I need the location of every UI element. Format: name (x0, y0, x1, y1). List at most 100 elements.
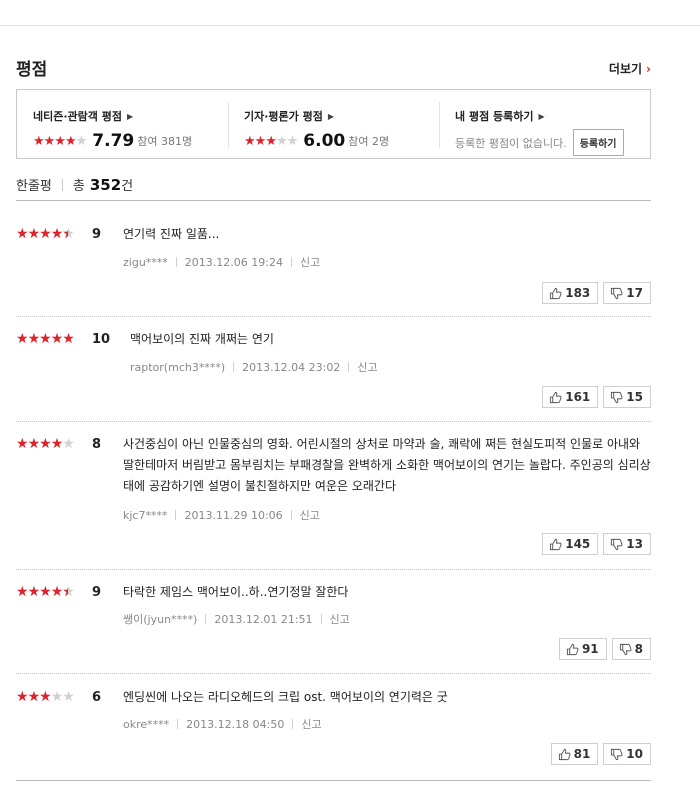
thumbs-down-icon (619, 643, 632, 655)
review-score: 9 (92, 227, 102, 242)
review-date: 2013.11.29 10:06 (184, 508, 283, 522)
report-link[interactable]: 신고 (330, 611, 350, 627)
star-icon: ★ (39, 331, 52, 347)
review-stars: ★ ★ ★ ★ ★ (16, 331, 75, 347)
star-icon: ★ (27, 584, 41, 600)
dislike-button[interactable]: 17 (603, 282, 651, 304)
review-meta: 쌩이(jyun****) 2013.12.01 21:51 신고 (123, 611, 350, 627)
netizen-count: 참여 381명 (137, 135, 193, 148)
star-icon: ★ (62, 585, 75, 599)
star-icon: ★ (275, 133, 288, 149)
review-user[interactable]: 쌩이(jyun****) (123, 611, 197, 627)
like-button[interactable]: 145 (542, 533, 599, 555)
star-icon: ★ (244, 133, 256, 149)
review-date: 2013.12.06 19:24 (184, 255, 283, 269)
report-link[interactable]: 신고 (301, 716, 321, 732)
star-icon: ★ (39, 436, 52, 452)
thumbs-down-icon (611, 391, 623, 403)
star-icon: ★ (16, 331, 29, 347)
total-count: 352 (89, 175, 122, 194)
star-icon: ★ (62, 227, 75, 241)
review-user[interactable]: raptor(mch3****) (130, 361, 225, 374)
review-date: 2013.12.04 23:02 (242, 360, 341, 374)
review-divider (16, 569, 651, 570)
dislike-button[interactable]: 10 (603, 743, 651, 765)
review-stars: ★ ★ ★ ★ ★ (16, 689, 75, 705)
vote-buttons: 145 13 (542, 533, 651, 555)
star-icon: ★ (50, 584, 64, 600)
netizen-stars: ★ ★ ★ ★ ★ (33, 133, 88, 149)
star-icon: ★ (50, 689, 64, 705)
review-meta: raptor(mch3****) 2013.12.04 23:02 신고 (130, 359, 378, 375)
like-button[interactable]: 183 (542, 282, 599, 304)
critic-rating-label: 기자·평론가 평점 (244, 110, 323, 123)
like-button[interactable]: 91 (558, 638, 607, 660)
report-link[interactable]: 신고 (300, 507, 320, 523)
dislike-button[interactable]: 15 (603, 386, 651, 408)
review-stars: ★ ★ ★ ★ ★ (16, 226, 75, 242)
star-icon: ★ (16, 226, 29, 242)
star-icon: ★ (50, 436, 64, 452)
critic-stars: ★ ★ ★ ★ ★ (244, 133, 298, 149)
dislike-button[interactable]: 8 (611, 638, 651, 660)
top-band (0, 0, 700, 26)
meta-separator (177, 719, 179, 729)
meta-separator (320, 614, 322, 624)
star-icon: ★ (64, 133, 77, 149)
review-score: 9 (92, 585, 102, 600)
star-icon: ★ (33, 133, 45, 149)
star-icon: ★ (16, 689, 29, 705)
more-link[interactable]: 더보기 › (609, 60, 651, 77)
dislike-count: 8 (634, 642, 643, 656)
star-icon: ★ (265, 133, 277, 149)
star-icon: ★ (16, 584, 29, 600)
meta-separator (290, 257, 292, 267)
star-icon: ★ (54, 133, 66, 149)
netizen-score: 7.79 (92, 131, 135, 151)
my-rating-cell: 내 평점 등록하기 ▶ 등록한 평점이 없습니다. 등록하기 (439, 90, 650, 158)
review-item: ★★★★★ 9 타락한 제임스 맥어보이..하..연기정말 잘한다 쌩이(jyu… (16, 585, 651, 665)
register-rating-button[interactable]: 등록하기 (572, 129, 624, 156)
star-icon: ★ (16, 436, 29, 452)
review-user[interactable]: kjc7**** (123, 509, 167, 522)
dislike-count: 10 (626, 747, 643, 761)
review-score: 10 (92, 332, 111, 347)
like-count: 183 (565, 286, 591, 300)
star-icon: ★ (62, 331, 75, 347)
review-date: 2013.12.01 21:51 (214, 612, 313, 626)
review-meta: okre**** 2013.12.18 04:50 신고 (123, 716, 322, 732)
thumbs-up-icon (550, 287, 562, 299)
critic-rating-title[interactable]: 기자·평론가 평점 ▶ (244, 108, 334, 124)
star-icon: ★ (50, 331, 64, 347)
review-item: ★★★★★ 9 연기력 진짜 일품... zigu**** 2013.12.06… (16, 227, 651, 307)
no-rating-text: 등록한 평점이 없습니다. (455, 136, 567, 150)
review-text: 연기력 진짜 일품... (123, 227, 220, 241)
star-icon: ★ (75, 133, 88, 149)
netizen-rating-title[interactable]: 네티즌·관람객 평점 ▶ (33, 108, 133, 124)
review-user[interactable]: zigu**** (123, 256, 168, 269)
chevron-right-icon: › (646, 62, 651, 76)
star-icon: ★ (43, 133, 56, 149)
report-link[interactable]: 신고 (357, 359, 377, 375)
like-count: 145 (565, 537, 591, 551)
critic-score: 6.00 (303, 131, 346, 151)
like-button[interactable]: 81 (550, 743, 599, 765)
review-item: ★ ★ ★ ★ ★ 6 엔딩씬에 나오는 라디오헤드의 크립 ost. 맥어보이의 연기… (16, 690, 651, 770)
report-link[interactable]: 신고 (300, 254, 320, 270)
review-divider (16, 421, 651, 422)
meta-separator (290, 510, 292, 520)
like-count: 91 (581, 642, 599, 656)
meta-separator (175, 257, 177, 267)
star-icon: ★ (27, 436, 41, 452)
review-stars: ★ ★ ★ ★ ★ (16, 584, 75, 600)
list-top-divider (16, 200, 651, 201)
thumbs-up-icon (550, 538, 562, 550)
my-rating-title[interactable]: 내 평점 등록하기 ▶ (455, 108, 545, 124)
dislike-button[interactable]: 13 (603, 533, 651, 555)
triangle-right-icon: ▶ (126, 111, 134, 121)
thumbs-down-icon (611, 538, 623, 550)
like-button[interactable]: 161 (542, 386, 599, 408)
total-unit: 건 (121, 179, 134, 194)
thumbs-up-icon (558, 748, 571, 760)
review-user[interactable]: okre**** (123, 718, 169, 731)
